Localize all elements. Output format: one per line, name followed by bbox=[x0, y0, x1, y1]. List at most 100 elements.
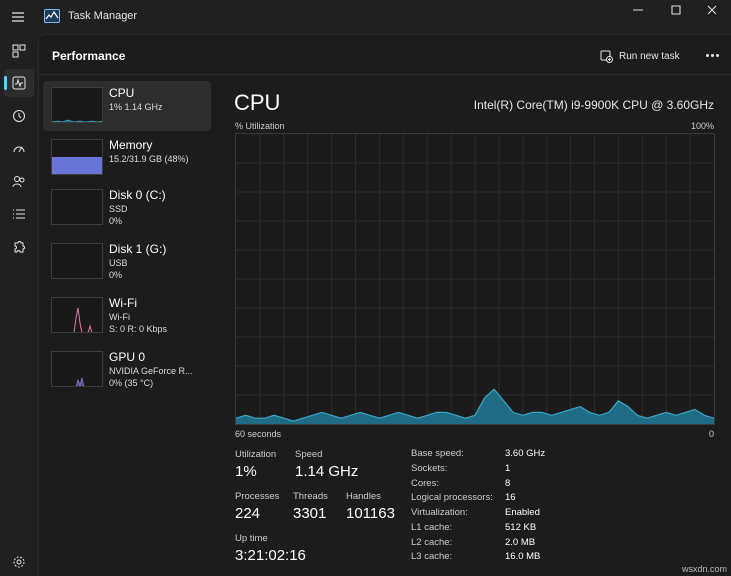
nav-users[interactable] bbox=[4, 167, 34, 195]
hamburger-menu-icon[interactable] bbox=[10, 9, 26, 25]
spec-label: Virtualization: bbox=[411, 507, 468, 518]
page-title: Performance bbox=[52, 49, 126, 63]
spec-value: 512 KB bbox=[505, 522, 537, 533]
device-usage: 0% bbox=[109, 270, 123, 280]
device-item-memory[interactable]: Memory 15.2/31.9 GB (48%) bbox=[43, 133, 211, 183]
device-throughput: S: 0 R: 0 Kbps bbox=[109, 324, 168, 334]
handles-value: 101163 bbox=[346, 505, 395, 522]
spec-value: 16 bbox=[505, 492, 516, 503]
device-detail: 15.2/31.9 GB (48%) bbox=[109, 154, 189, 164]
device-item-wifi[interactable]: Wi-Fi Wi-Fi S: 0 R: 0 Kbps bbox=[43, 291, 211, 341]
run-new-task-label: Run new task bbox=[619, 50, 680, 62]
cpu-thumbnail-graph bbox=[51, 87, 103, 123]
threads-label: Threads bbox=[293, 491, 328, 502]
cpu-utilization-graph bbox=[235, 133, 715, 425]
minimize-icon bbox=[633, 9, 643, 11]
spec-label: L1 cache: bbox=[411, 522, 453, 533]
maximize-icon bbox=[671, 5, 681, 15]
cpu-title: CPU bbox=[234, 90, 281, 115]
threads-value: 3301 bbox=[293, 505, 327, 522]
device-item-cpu[interactable]: CPU 1% 1.14 GHz bbox=[43, 81, 211, 131]
spec-label: Cores: bbox=[411, 478, 439, 489]
close-button[interactable] bbox=[692, 0, 731, 20]
nav-app-history[interactable] bbox=[4, 102, 34, 130]
history-icon bbox=[13, 110, 25, 122]
spec-value: 8 bbox=[505, 478, 511, 489]
device-name: Wi-Fi bbox=[109, 296, 137, 310]
processes-label: Processes bbox=[235, 491, 280, 502]
nav-services[interactable] bbox=[4, 233, 34, 261]
more-dots-icon bbox=[705, 53, 709, 57]
disk0-thumbnail-graph bbox=[51, 189, 103, 225]
maximize-button[interactable] bbox=[656, 0, 696, 20]
title-bar: Task Manager bbox=[0, 0, 731, 34]
graph-time-end-label: 0 bbox=[708, 429, 714, 439]
nav-details[interactable] bbox=[4, 200, 34, 228]
device-item-disk-0[interactable]: Disk 0 (C:) SSD 0% bbox=[43, 183, 211, 233]
device-detail: SSD bbox=[109, 204, 128, 214]
details-list-icon bbox=[13, 209, 25, 219]
utilization-max-label: 100% bbox=[690, 121, 714, 131]
speed-label: Speed bbox=[295, 449, 323, 460]
more-dot bbox=[710, 53, 714, 57]
performance-icon bbox=[12, 76, 26, 90]
device-name: Disk 0 (C:) bbox=[109, 188, 166, 202]
spec-label: L3 cache: bbox=[411, 551, 453, 562]
spec-value: 16.0 MB bbox=[505, 551, 541, 562]
run-new-task-button[interactable]: Run new task bbox=[600, 47, 680, 65]
graph-time-span-label: 60 seconds bbox=[235, 429, 282, 439]
handles-label: Handles bbox=[346, 491, 381, 502]
close-icon bbox=[707, 5, 717, 15]
navigation-rail bbox=[0, 34, 38, 576]
nav-settings[interactable] bbox=[4, 548, 34, 576]
device-item-gpu-0[interactable]: GPU 0 NVIDIA GeForce R... 0% (35 °C) bbox=[43, 345, 211, 395]
spec-value: 3.60 GHz bbox=[505, 448, 546, 459]
wifi-thumbnail-graph bbox=[51, 297, 103, 333]
device-detail: Wi-Fi bbox=[109, 312, 130, 322]
device-detail: 1% 1.14 GHz bbox=[109, 102, 163, 112]
device-detail: USB bbox=[109, 258, 128, 268]
task-manager-app-icon bbox=[44, 9, 60, 23]
nav-processes[interactable] bbox=[4, 37, 34, 65]
utilization-value: 1% bbox=[235, 463, 257, 480]
spec-label: Sockets: bbox=[411, 463, 448, 474]
minimize-button[interactable] bbox=[618, 0, 658, 20]
device-item-disk-1[interactable]: Disk 1 (G:) USB 0% bbox=[43, 237, 211, 287]
spec-label: Base speed: bbox=[411, 448, 464, 459]
page-header: Performance Run new task bbox=[39, 35, 731, 75]
disk1-thumbnail-graph bbox=[51, 243, 103, 279]
speed-value: 1.14 GHz bbox=[295, 463, 359, 480]
utilization-label: Utilization bbox=[235, 449, 277, 460]
spec-label: Logical processors: bbox=[411, 492, 493, 503]
cpu-graph-svg bbox=[236, 134, 714, 424]
more-options-button[interactable] bbox=[702, 47, 722, 63]
services-puzzle-icon bbox=[14, 241, 25, 253]
processes-icon bbox=[12, 44, 26, 58]
device-name: GPU 0 bbox=[109, 350, 146, 364]
device-name: Disk 1 (G:) bbox=[109, 242, 167, 256]
nav-startup-apps[interactable] bbox=[4, 135, 34, 163]
processes-value: 224 bbox=[235, 505, 261, 522]
spec-label: L2 cache: bbox=[411, 537, 453, 548]
device-usage: 0% (35 °C) bbox=[109, 378, 154, 388]
uptime-value: 3:21:02:16 bbox=[235, 547, 306, 564]
device-name: Memory bbox=[109, 138, 153, 152]
spec-value: 2.0 MB bbox=[505, 537, 536, 548]
cpu-model: Intel(R) Core(TM) i9-9900K CPU @ 3.60GHz bbox=[473, 98, 714, 112]
memory-thumbnail-graph bbox=[51, 139, 103, 175]
users-icon bbox=[12, 176, 25, 188]
gear-icon bbox=[13, 556, 25, 568]
gpu-thumbnail-graph bbox=[51, 351, 103, 387]
spec-value: Enabled bbox=[505, 507, 540, 518]
nav-performance[interactable] bbox=[4, 69, 34, 97]
startup-speedometer-icon bbox=[13, 146, 25, 153]
uptime-label: Up time bbox=[235, 533, 268, 544]
device-usage: 0% bbox=[109, 216, 123, 226]
utilization-axis-label: % Utilization bbox=[235, 121, 285, 131]
run-task-icon bbox=[600, 50, 613, 63]
more-dot bbox=[715, 53, 719, 57]
watermark: wsxdn.com bbox=[681, 564, 727, 574]
spec-value: 1 bbox=[505, 463, 511, 474]
content-area: Performance Run new task CPU 1% 1.14 GHz… bbox=[38, 34, 731, 576]
device-name: CPU bbox=[109, 86, 135, 100]
